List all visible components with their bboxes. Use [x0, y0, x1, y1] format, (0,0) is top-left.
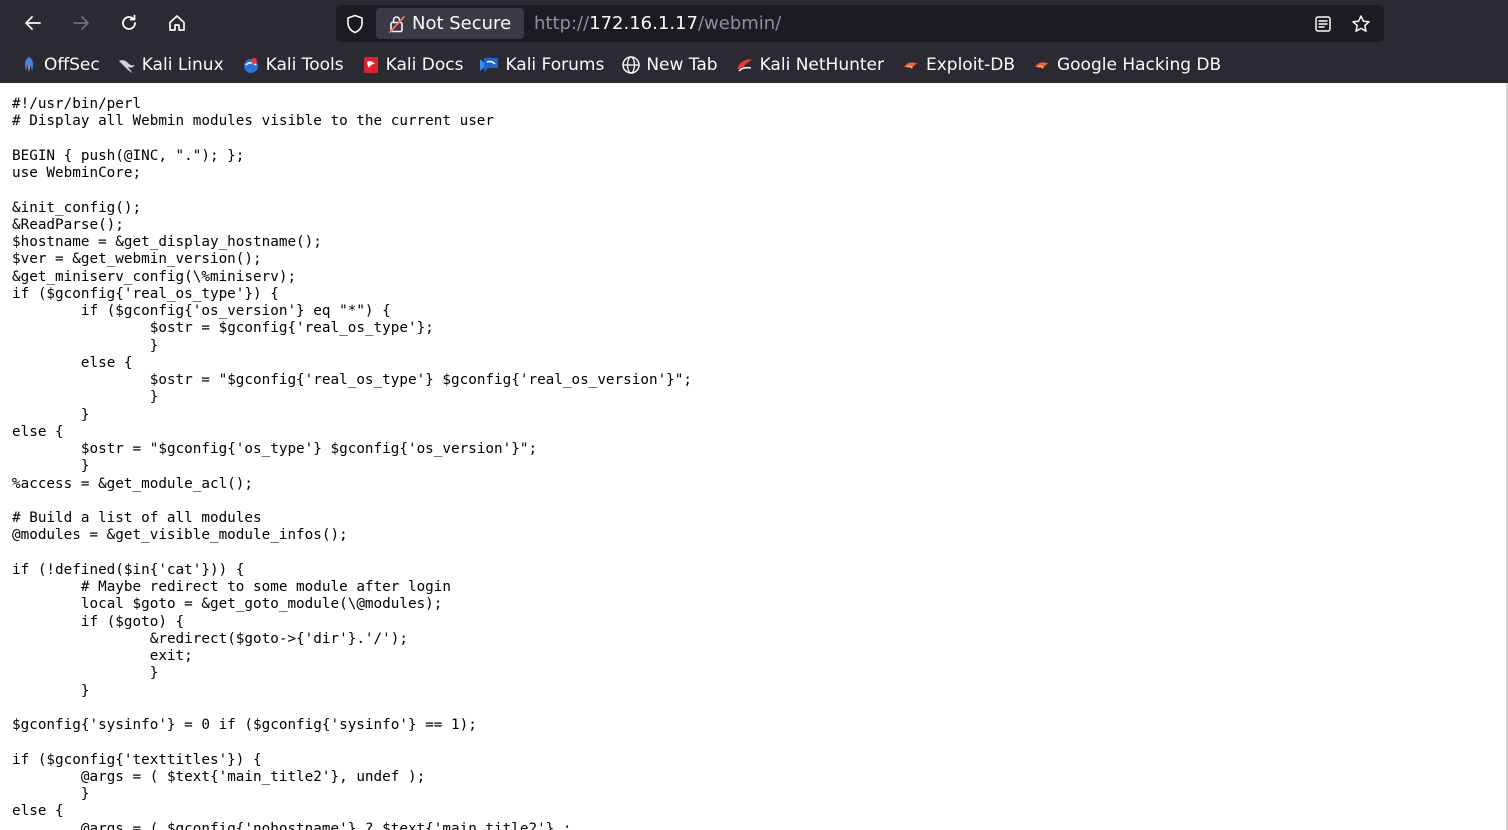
star-icon[interactable]	[1350, 13, 1372, 35]
bookmark-label: Kali Forums	[505, 54, 605, 75]
offsec-icon	[18, 54, 40, 76]
arrow-right-icon	[71, 13, 91, 33]
exploit-db-icon	[900, 54, 922, 76]
bookmark-label: Google Hacking DB	[1056, 54, 1222, 75]
site-security-indicator[interactable]: Not Secure	[376, 8, 524, 39]
bookmark-label: New Tab	[646, 54, 718, 75]
kali-dragon-icon	[116, 54, 138, 76]
bookmark-label: Kali NetHunter	[759, 54, 884, 75]
reader-view-icon[interactable]	[1312, 13, 1334, 35]
shield-icon[interactable]	[344, 13, 366, 35]
bookmark-label: OffSec	[44, 54, 100, 75]
navigation-bar: Not Secure http://172.16.1.17/webmin/	[0, 0, 1508, 46]
bookmark-offsec[interactable]: OffSec	[14, 51, 104, 79]
url-host: 172.16.1.17	[589, 13, 698, 34]
back-button[interactable]	[17, 7, 49, 39]
bookmark-new-tab[interactable]: New Tab	[616, 51, 721, 79]
reload-icon	[119, 13, 139, 33]
bookmark-kali-nethunter[interactable]: Kali NetHunter	[730, 51, 888, 79]
bookmark-label: Kali Linux	[141, 54, 224, 75]
arrow-left-icon	[23, 13, 43, 33]
url-path: /webmin/	[697, 13, 782, 34]
bookmark-exploit-db[interactable]: Exploit-DB	[896, 51, 1019, 79]
bookmarks-toolbar: OffSec Kali Linux Kali Tools Kali Docs K…	[0, 46, 1508, 83]
url-scheme: http://	[534, 13, 590, 34]
page-content: #!/usr/bin/perl # Display all Webmin mod…	[0, 83, 1508, 830]
not-secure-label: Not Secure	[412, 13, 512, 34]
perl-source-text: #!/usr/bin/perl # Display all Webmin mod…	[12, 96, 693, 830]
home-button[interactable]	[161, 7, 193, 39]
home-icon	[167, 13, 187, 33]
bookmark-kali-linux[interactable]: Kali Linux	[112, 51, 228, 79]
bookmark-label: Exploit-DB	[925, 54, 1015, 75]
globe-icon	[620, 54, 642, 76]
bookmark-label: Kali Docs	[385, 54, 464, 75]
lock-warning-icon	[387, 14, 407, 34]
bookmark-kali-tools[interactable]: Kali Tools	[236, 51, 348, 79]
bookmark-kali-docs[interactable]: Kali Docs	[356, 51, 468, 79]
bookmark-kali-forums[interactable]: Kali Forums	[475, 51, 608, 79]
kali-docs-icon	[360, 54, 382, 76]
browser-toolbar: Not Secure http://172.16.1.17/webmin/ Of…	[0, 0, 1508, 83]
kali-forums-icon	[479, 54, 501, 76]
kali-tools-icon	[240, 54, 262, 76]
bookmark-label: Kali Tools	[265, 54, 344, 75]
reload-button[interactable]	[113, 7, 145, 39]
nethunter-icon	[734, 54, 756, 76]
url-text[interactable]: http://172.16.1.17/webmin/	[534, 13, 781, 34]
ghdb-icon	[1031, 54, 1053, 76]
url-bar[interactable]: Not Secure http://172.16.1.17/webmin/	[336, 5, 1384, 42]
bookmark-google-hacking-db[interactable]: Google Hacking DB	[1027, 51, 1225, 79]
forward-button[interactable]	[65, 7, 97, 39]
